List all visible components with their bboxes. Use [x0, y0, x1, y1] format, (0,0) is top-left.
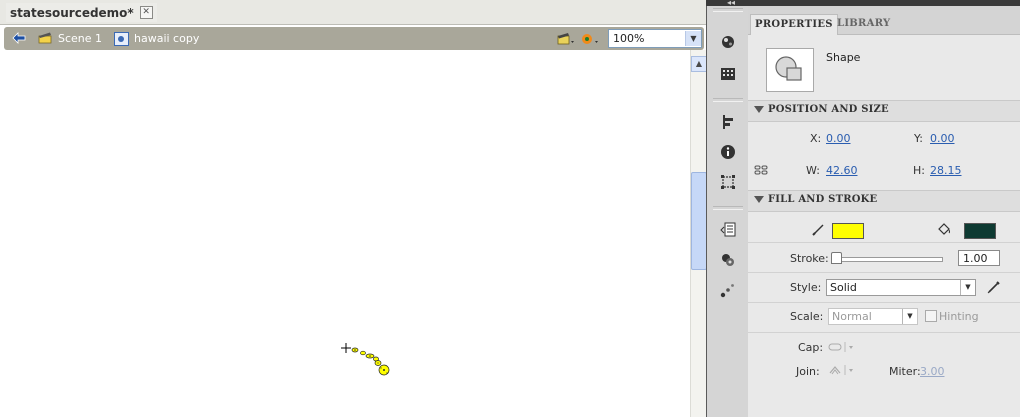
symbol-breadcrumb[interactable]: hawaii copy — [134, 32, 199, 45]
h-value[interactable]: 28.15 — [930, 164, 962, 177]
edit-symbols-icon[interactable] — [581, 31, 599, 46]
fill-stroke-title: FILL AND STROKE — [768, 194, 878, 205]
pencil-icon — [812, 222, 826, 236]
position-size-title: POSITION AND SIZE — [768, 104, 889, 115]
transform-icon[interactable] — [720, 174, 736, 190]
motion-presets-icon[interactable] — [720, 282, 736, 298]
divider — [748, 242, 1020, 243]
hinting-checkbox — [925, 310, 937, 322]
chevron-down-icon — [754, 196, 764, 203]
y-label: Y: — [914, 132, 923, 145]
edit-stroke-style-icon[interactable] — [986, 279, 1002, 295]
style-select[interactable]: Solid ▼ — [826, 279, 976, 296]
fill-stroke-section-header[interactable]: FILL AND STROKE — [748, 190, 1020, 212]
dock-grip[interactable] — [713, 206, 743, 210]
stroke-slider-handle[interactable] — [831, 252, 842, 264]
scene-breadcrumb[interactable]: Scene 1 — [58, 32, 102, 45]
cap-label: Cap: — [798, 341, 824, 354]
fill-color-swatch[interactable] — [964, 223, 996, 239]
tab-properties[interactable]: PROPERTIES — [750, 14, 838, 35]
link-dimensions-icon[interactable] — [754, 164, 768, 176]
instance-type-label: Shape — [826, 51, 861, 64]
edit-scene-icon[interactable] — [557, 32, 575, 45]
dock-grip[interactable] — [713, 98, 743, 102]
align-icon[interactable] — [720, 114, 736, 130]
join-label: Join: — [796, 365, 820, 378]
x-label: X: — [810, 132, 822, 145]
cap-select — [828, 340, 858, 354]
color-wheel-icon[interactable] — [720, 34, 736, 50]
miter-value: 3.00 — [920, 365, 945, 378]
scale-select: Normal ▼ — [828, 308, 918, 325]
stage-canvas[interactable] — [0, 50, 690, 417]
hinting-label: Hinting — [939, 310, 979, 323]
scale-label: Scale: — [790, 310, 824, 323]
document-tab-bar: statesourcedemo* ✕ — [0, 0, 708, 25]
style-value: Solid — [830, 281, 857, 294]
stroke-label: Stroke: — [790, 252, 829, 265]
shape-type-icon — [766, 48, 814, 92]
scrollbar-thumb[interactable] — [691, 172, 707, 270]
scale-value: Normal — [832, 310, 872, 323]
panel-icon-dock — [706, 6, 750, 417]
stroke-width-input[interactable]: 1.00 — [958, 250, 1000, 266]
chevron-down-icon[interactable]: ▼ — [685, 31, 701, 46]
chevron-down-icon: ▼ — [902, 309, 917, 324]
y-value[interactable]: 0.00 — [930, 132, 955, 145]
info-icon[interactable] — [720, 144, 736, 160]
document-tab[interactable]: statesourcedemo* ✕ — [6, 3, 157, 22]
scene-clapper-icon — [38, 32, 52, 44]
edit-bar: Scene 1 hawaii copy 100% ▼ — [4, 27, 704, 50]
w-label: W: — [806, 164, 820, 177]
stroke-slider-track[interactable] — [836, 257, 943, 262]
chevron-down-icon[interactable]: ▼ — [960, 280, 975, 295]
x-value[interactable]: 0.00 — [826, 132, 851, 145]
position-size-section-header[interactable]: POSITION AND SIZE — [748, 100, 1020, 122]
divider — [748, 332, 1020, 333]
scroll-up-arrow-icon[interactable]: ▲ — [691, 56, 707, 72]
w-value[interactable]: 42.60 — [826, 164, 858, 177]
close-tab-icon[interactable]: ✕ — [139, 6, 153, 19]
chevron-down-icon — [754, 106, 764, 113]
zoom-value: 100% — [613, 32, 645, 45]
components-icon[interactable] — [720, 252, 736, 268]
miter-label: Miter: — [889, 365, 921, 378]
hawaii-shape[interactable] — [0, 50, 690, 417]
graphic-symbol-icon — [114, 32, 129, 46]
properties-panel: PROPERTIES LIBRARY Shape POSITION AND SI… — [748, 6, 1020, 417]
dock-grip[interactable] — [713, 8, 743, 12]
code-snippets-icon[interactable] — [720, 222, 736, 238]
divider — [748, 302, 1020, 303]
style-label: Style: — [790, 281, 822, 294]
tab-library[interactable]: LIBRARY — [833, 15, 894, 33]
h-label: H: — [913, 164, 925, 177]
back-arrow-icon[interactable] — [12, 31, 26, 45]
divider — [748, 272, 1020, 273]
panel-tabs: PROPERTIES LIBRARY — [748, 6, 1020, 35]
document-tab-title: statesourcedemo* — [10, 5, 134, 20]
join-select — [828, 363, 858, 377]
swatches-grid-icon[interactable] — [720, 66, 736, 82]
stroke-color-swatch[interactable] — [832, 223, 864, 239]
paint-bucket-icon — [936, 221, 952, 237]
zoom-select[interactable]: 100% ▼ — [608, 29, 702, 48]
